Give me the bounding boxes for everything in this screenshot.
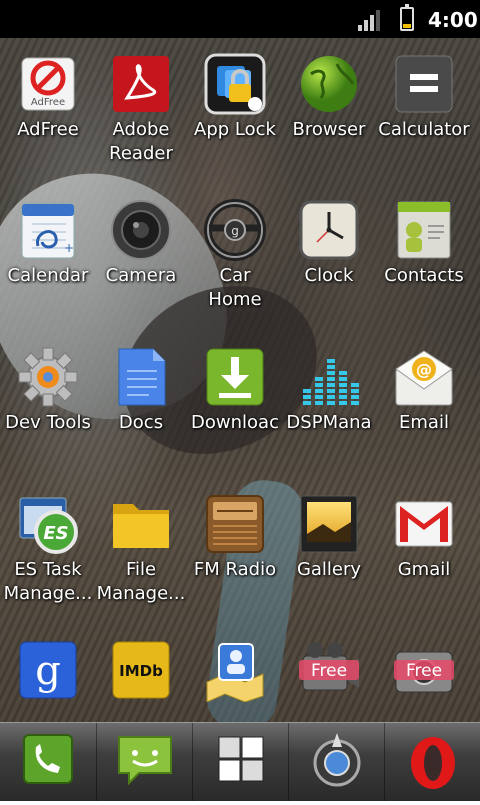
app-label: Dev Tools — [5, 412, 91, 433]
calculator-icon — [392, 52, 456, 116]
adobe-reader-icon — [109, 52, 173, 116]
app-label: App Lock — [194, 119, 276, 140]
app-docs[interactable]: Docs — [93, 345, 189, 435]
equalizer-icon — [297, 345, 361, 409]
navigation-compass-icon — [313, 733, 361, 787]
dock-bar — [0, 722, 480, 801]
app-dev-tools[interactable]: Dev Tools — [0, 345, 96, 435]
app-file-manager[interactable]: File Manage... — [93, 492, 189, 606]
app-free-camera[interactable]: Free — [374, 638, 474, 702]
app-gallery[interactable]: Gallery — [281, 492, 377, 582]
app-label: Clock — [304, 265, 354, 286]
app-label: FM Radio — [193, 559, 277, 580]
app-label: Car Home — [208, 265, 262, 310]
app-calculator[interactable]: Calculator — [374, 52, 474, 142]
battery-icon — [400, 4, 414, 31]
browser-globe-icon — [297, 52, 361, 116]
app-label: Docs — [118, 412, 164, 433]
docs-icon — [109, 345, 173, 409]
app-maps-contact[interactable] — [187, 638, 283, 703]
free-camera-icon: Free — [392, 638, 456, 702]
gear-icon — [16, 345, 80, 409]
app-lock-icon — [203, 52, 267, 116]
status-bar: 4:00 — [0, 0, 480, 38]
es-task-manager-icon: ES — [16, 492, 80, 556]
maps-contact-icon — [203, 638, 267, 703]
app-gmail[interactable]: Gmail — [374, 492, 474, 582]
radio-icon — [203, 492, 267, 556]
app-label: Calendar — [7, 265, 89, 286]
app-label: Email — [399, 412, 449, 433]
phone-icon — [23, 734, 73, 784]
app-label: Browser — [292, 119, 366, 140]
app-imdb[interactable]: IMDb — [93, 638, 189, 702]
app-calendar[interactable]: + Calendar — [0, 198, 96, 288]
app-label: Contacts — [384, 265, 464, 286]
svg-text:Free: Free — [311, 661, 347, 681]
app-adfree[interactable]: AdFree AdFree — [0, 52, 96, 142]
app-drawer-grid-icon — [218, 736, 264, 782]
svg-text:g: g — [231, 224, 239, 238]
app-label: Gmail — [397, 559, 451, 580]
imdb-icon: IMDb — [109, 638, 173, 702]
app-es-task-manager[interactable]: ES ES Task Manage... — [0, 492, 96, 606]
email-icon: @ — [392, 345, 456, 409]
app-label: Adobe Reader — [109, 119, 173, 164]
adfree-icon: AdFree — [16, 52, 80, 116]
svg-text:IMDb: IMDb — [119, 662, 163, 680]
svg-text:ES: ES — [43, 523, 68, 544]
app-label: Gallery — [296, 559, 362, 580]
svg-text:Free: Free — [406, 661, 442, 681]
app-label: AdFree — [17, 119, 79, 140]
car-steering-wheel-icon: g — [203, 198, 267, 262]
opera-browser-icon — [411, 737, 455, 789]
dock-messaging[interactable] — [96, 723, 193, 801]
app-email[interactable]: @ Email — [374, 345, 474, 435]
gallery-icon — [297, 492, 361, 556]
app-camera[interactable]: Camera — [93, 198, 189, 288]
clock-icon — [297, 198, 361, 262]
svg-text:+: + — [64, 241, 74, 255]
contacts-icon — [392, 198, 456, 262]
app-label: Calculator — [378, 119, 470, 140]
app-fm-radio[interactable]: FM Radio — [187, 492, 283, 582]
app-google-search[interactable]: g — [0, 638, 96, 702]
google-search-icon: g — [16, 638, 80, 702]
app-contacts[interactable]: Contacts — [374, 198, 474, 288]
dock-app-drawer[interactable] — [192, 723, 289, 801]
svg-text:@: @ — [416, 360, 432, 379]
dock-opera[interactable] — [384, 723, 480, 801]
status-time: 4:00 — [428, 8, 478, 32]
app-label: ES Task Manage... — [3, 559, 93, 604]
app-car-home[interactable]: g Car Home — [187, 198, 283, 312]
svg-text:g: g — [35, 648, 61, 694]
signal-strength-icon — [358, 9, 384, 31]
free-video-icon: Free — [297, 638, 361, 702]
app-label: Camera — [105, 265, 177, 286]
download-icon — [203, 345, 267, 409]
folder-icon — [109, 492, 173, 556]
app-label: Downloac — [191, 412, 279, 433]
messaging-icon — [118, 736, 172, 786]
dock-navigation[interactable] — [288, 723, 385, 801]
dock-phone[interactable] — [0, 723, 96, 801]
app-free-video[interactable]: Free — [281, 638, 377, 702]
gmail-icon — [392, 492, 456, 556]
app-app-lock[interactable]: App Lock — [187, 52, 283, 142]
app-downloads[interactable]: Downloac — [187, 345, 283, 435]
app-clock[interactable]: Clock — [281, 198, 377, 288]
camera-lens-icon — [109, 198, 173, 262]
app-label: DSPMana — [286, 412, 372, 433]
app-dspmanager[interactable]: DSPMana — [281, 345, 377, 435]
app-browser[interactable]: Browser — [281, 52, 377, 142]
app-adobe-reader[interactable]: Adobe Reader — [93, 52, 189, 166]
app-label: File Manage... — [96, 559, 186, 604]
calendar-icon: + — [16, 198, 80, 262]
svg-text:AdFree: AdFree — [31, 97, 65, 108]
